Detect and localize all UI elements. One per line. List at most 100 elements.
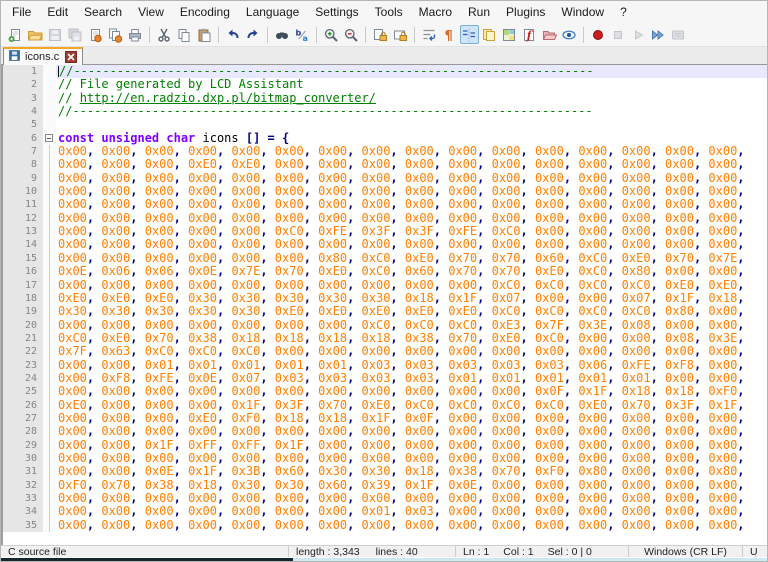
sync-horizontal-icon[interactable] — [391, 25, 410, 44]
menu-item-encoding[interactable]: Encoding — [172, 1, 238, 23]
code-text[interactable]: 0x30, 0x30, 0x30, 0x30, 0x30, 0xE0, 0xE0… — [56, 305, 767, 318]
code-editor[interactable]: 1 //-------------------------------------… — [1, 65, 767, 545]
code-text[interactable]: 0x00, 0x00, 0x1F, 0xFF, 0xFF, 0x1F, 0x00… — [56, 438, 767, 452]
find-icon[interactable] — [273, 25, 292, 44]
code-text[interactable]: 0x00, 0x00, 0x00, 0x00, 0x00, 0x00, 0x00… — [56, 211, 767, 225]
fold-margin — [43, 411, 56, 426]
menu-item-language[interactable]: Language — [238, 1, 307, 23]
menu-item-help[interactable]: ? — [612, 1, 635, 23]
fold-collapse-icon[interactable] — [43, 131, 56, 146]
menu-item-run[interactable]: Run — [460, 1, 498, 23]
new-file-icon[interactable] — [6, 25, 25, 44]
fold-margin — [43, 478, 56, 492]
code-text[interactable]: 0x00, 0x00, 0x0E, 0x1F, 0x3B, 0x60, 0x30… — [56, 465, 767, 478]
menu-item-plugins[interactable]: Plugins — [498, 1, 553, 23]
code-text[interactable]: 0x00, 0x00, 0x00, 0xE0, 0xF0, 0x18, 0x18… — [56, 411, 767, 425]
status-encoding[interactable]: U — [743, 546, 767, 557]
code-text[interactable]: 0x00, 0x00, 0x00, 0x00, 0x00, 0x00, 0x00… — [56, 518, 767, 532]
copy-icon[interactable] — [175, 25, 194, 44]
save-all-icon[interactable] — [66, 25, 85, 44]
code-text[interactable]: 0x00, 0x00, 0x00, 0x00, 0x00, 0x00, 0x80… — [56, 251, 767, 265]
svg-text:a: a — [303, 34, 308, 43]
code-text[interactable]: 0x00, 0x00, 0x00, 0x00, 0x00, 0x00, 0x00… — [56, 505, 767, 518]
code-text[interactable]: 0x00, 0x00, 0x00, 0x00, 0x00, 0x00, 0x00… — [56, 184, 767, 198]
show-all-characters-icon[interactable]: ¶ — [440, 25, 459, 44]
menu-item-edit[interactable]: Edit — [39, 1, 76, 23]
status-cursor-position[interactable]: Ln : 1 Col : 1 Sel : 0 | 0 — [456, 546, 629, 557]
code-text[interactable] — [56, 118, 767, 131]
fold-margin — [43, 65, 56, 79]
function-list-icon[interactable]: f — [520, 25, 539, 44]
menu-item-view[interactable]: View — [130, 1, 172, 23]
code-text[interactable]: 0x00, 0x00, 0x01, 0x01, 0x01, 0x01, 0x01… — [56, 358, 767, 372]
code-text[interactable]: // http://en.radzio.dxp.pl/bitmap_conver… — [56, 91, 767, 105]
code-text[interactable]: 0x00, 0x00, 0x00, 0x00, 0x00, 0x00, 0x00… — [56, 451, 767, 465]
code-text[interactable]: 0x00, 0x00, 0x00, 0x00, 0x00, 0x00, 0x00… — [56, 278, 767, 292]
save-icon[interactable] — [46, 25, 65, 44]
document-map-icon[interactable] — [500, 25, 519, 44]
macro-stop-icon[interactable] — [609, 25, 628, 44]
macro-run-multiple-icon[interactable] — [649, 25, 668, 44]
code-text[interactable]: 0x00, 0x00, 0x00, 0xE0, 0xE0, 0x00, 0x00… — [56, 158, 767, 171]
zoom-in-icon[interactable] — [322, 25, 341, 44]
code-text[interactable]: 0x00, 0x00, 0x00, 0x00, 0x00, 0x00, 0x00… — [56, 385, 767, 398]
status-eol-format[interactable]: Windows (CR LF) — [629, 546, 743, 557]
indent-guide-icon[interactable] — [459, 25, 479, 44]
code-text[interactable]: 0xC0, 0xE0, 0x70, 0x38, 0x18, 0x18, 0x18… — [56, 331, 767, 345]
code-line-14: 14 0x00, 0x00, 0x00, 0x00, 0x00, 0x00, 0x… — [3, 238, 767, 252]
macro-record-icon[interactable] — [589, 25, 608, 44]
code-text[interactable]: 0x7F, 0x63, 0xC0, 0xC0, 0xC0, 0x00, 0x00… — [56, 345, 767, 358]
notepad-plus-plus-window: File Edit Search View Encoding Language Settin… — [0, 0, 768, 562]
code-text[interactable]: 0x00, 0x00, 0x00, 0x00, 0x00, 0x00, 0x00… — [56, 238, 767, 251]
monitoring-icon[interactable] — [560, 25, 579, 44]
open-file-icon[interactable] — [26, 25, 45, 44]
sync-vertical-icon[interactable] — [371, 25, 390, 44]
menu-item-settings[interactable]: Settings — [307, 1, 366, 23]
code-text[interactable]: 0x00, 0x00, 0x00, 0x00, 0x00, 0x00, 0x00… — [56, 171, 767, 185]
menu-item-macro[interactable]: Macro — [411, 1, 460, 23]
close-all-icon[interactable] — [106, 25, 125, 44]
code-text[interactable]: 0x00, 0x00, 0x00, 0x00, 0x00, 0x00, 0x00… — [56, 144, 767, 158]
code-text[interactable]: const unsigned char icons [] = { — [56, 131, 767, 145]
macro-play-icon[interactable] — [629, 25, 648, 44]
code-text[interactable]: 0x00, 0x00, 0x00, 0x00, 0x00, 0x00, 0x00… — [56, 198, 767, 211]
code-text[interactable]: 0xE0, 0x00, 0x00, 0x00, 0x1F, 0x3F, 0x70… — [56, 398, 767, 412]
code-text[interactable]: 0xE0, 0xE0, 0xE0, 0x30, 0x30, 0x30, 0x30… — [56, 291, 767, 305]
undo-icon[interactable] — [224, 25, 243, 44]
tab-icons-c[interactable]: icons.c — [3, 47, 84, 65]
url-link[interactable]: http://en.radzio.dxp.pl/bitmap_converter… — [80, 91, 376, 105]
line-number: 21 — [3, 331, 43, 346]
zoom-out-icon[interactable] — [342, 25, 361, 44]
code-text[interactable]: 0x00, 0xF8, 0xFE, 0x0E, 0x07, 0x03, 0x03… — [56, 371, 767, 385]
folder-as-workspace-icon[interactable] — [540, 25, 559, 44]
code-text[interactable]: //--------------------------------------… — [56, 65, 767, 79]
menu-item-file[interactable]: File — [4, 1, 39, 23]
line-number: 10 — [3, 185, 43, 199]
paste-icon[interactable] — [195, 25, 214, 44]
tab-close-icon[interactable] — [65, 51, 78, 63]
code-text[interactable]: 0xF0, 0x70, 0x38, 0x18, 0x30, 0x30, 0x60… — [56, 478, 767, 492]
code-text[interactable]: 0x0E, 0x06, 0x06, 0x0E, 0x7E, 0x70, 0xE0… — [56, 264, 767, 278]
code-text[interactable]: 0x00, 0x00, 0x00, 0x00, 0x00, 0x00, 0x00… — [56, 425, 767, 438]
close-icon[interactable] — [86, 25, 105, 44]
word-wrap-icon[interactable] — [420, 25, 439, 44]
tab-label: icons.c — [25, 51, 60, 63]
document-switcher-icon[interactable] — [480, 25, 499, 44]
fold-margin — [43, 198, 56, 212]
print-icon[interactable] — [126, 25, 145, 44]
menu-item-window[interactable]: Window — [553, 1, 612, 23]
replace-icon[interactable]: ba — [293, 25, 312, 44]
code-text[interactable]: 0x00, 0x00, 0x00, 0x00, 0x00, 0x00, 0x00… — [56, 318, 767, 332]
menu-item-tools[interactable]: Tools — [367, 1, 411, 23]
fold-margin — [43, 331, 56, 346]
code-text[interactable]: 0x00, 0x00, 0x00, 0x00, 0x00, 0x00, 0x00… — [56, 491, 767, 505]
cut-icon[interactable] — [155, 25, 174, 44]
code-text[interactable]: //--------------------------------------… — [56, 104, 767, 118]
macro-save-icon[interactable] — [669, 25, 688, 44]
menu-item-search[interactable]: Search — [76, 1, 130, 23]
code-line-35: 35 0x00, 0x00, 0x00, 0x00, 0x00, 0x00, 0x… — [3, 518, 767, 533]
redo-icon[interactable] — [244, 25, 263, 44]
line-number: 3 — [3, 91, 43, 106]
code-text[interactable]: // File generated by LCD Assistant — [56, 78, 767, 91]
code-text[interactable]: 0x00, 0x00, 0x00, 0x00, 0x00, 0xC0, 0xFE… — [56, 224, 767, 238]
